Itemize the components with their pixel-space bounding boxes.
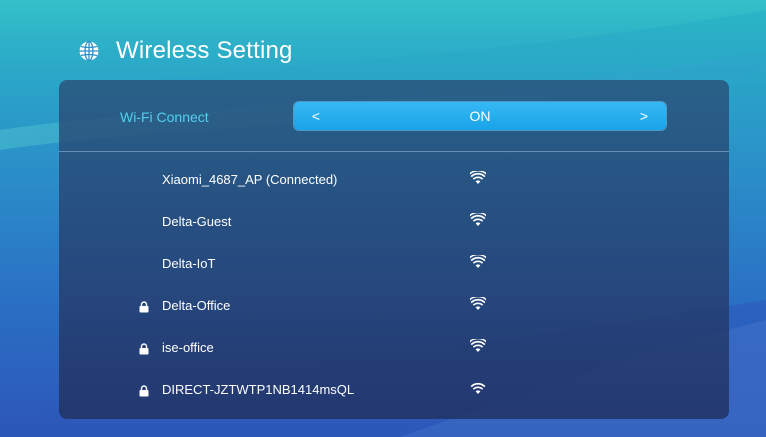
network-item[interactable]: Delta-IoT — [59, 243, 729, 285]
network-name: Delta-IoT — [162, 256, 216, 271]
wifi-connect-selector[interactable]: < ON > — [294, 102, 666, 130]
lock-icon — [139, 300, 149, 313]
page-header: Wireless Setting — [78, 33, 293, 69]
network-name: ise-office — [162, 340, 214, 355]
network-name: Delta-Office — [162, 298, 231, 313]
wifi-connect-label: Wi-Fi Connect — [120, 109, 209, 125]
network-name: Delta-Guest — [162, 214, 232, 229]
settings-panel: Wi-Fi Connect < ON > Xiaomi_4687_AP (Con… — [59, 80, 729, 419]
network-name: Xiaomi_4687_AP (Connected) — [162, 172, 338, 187]
network-item[interactable]: Delta-Guest — [59, 201, 729, 243]
network-list: Xiaomi_4687_AP (Connected) Delta-Guest D… — [59, 159, 729, 411]
lock-icon — [139, 342, 149, 355]
wifi-signal-weak-icon — [470, 381, 486, 395]
wifi-connect-row: Wi-Fi Connect < ON > — [59, 80, 729, 151]
globe-icon — [78, 40, 100, 62]
wifi-connect-value: ON — [469, 108, 491, 124]
network-name: DIRECT-JZTWTP1NB1414msQL — [162, 382, 355, 397]
lock-icon — [139, 384, 149, 397]
wifi-signal-icon — [468, 211, 488, 227]
page-title: Wireless Setting — [116, 37, 293, 64]
wifi-signal-icon — [468, 170, 488, 185]
wifi-signal-icon — [468, 337, 488, 353]
network-item[interactable]: Xiaomi_4687_AP (Connected) — [59, 159, 729, 201]
next-option-button[interactable]: > — [637, 108, 651, 124]
network-item[interactable]: ise-office — [59, 327, 729, 369]
divider — [59, 151, 729, 152]
wifi-signal-icon — [468, 253, 488, 269]
wifi-signal-icon — [468, 295, 488, 311]
network-item[interactable]: DIRECT-JZTWTP1NB1414msQL — [59, 369, 729, 411]
network-item[interactable]: Delta-Office — [59, 285, 729, 327]
